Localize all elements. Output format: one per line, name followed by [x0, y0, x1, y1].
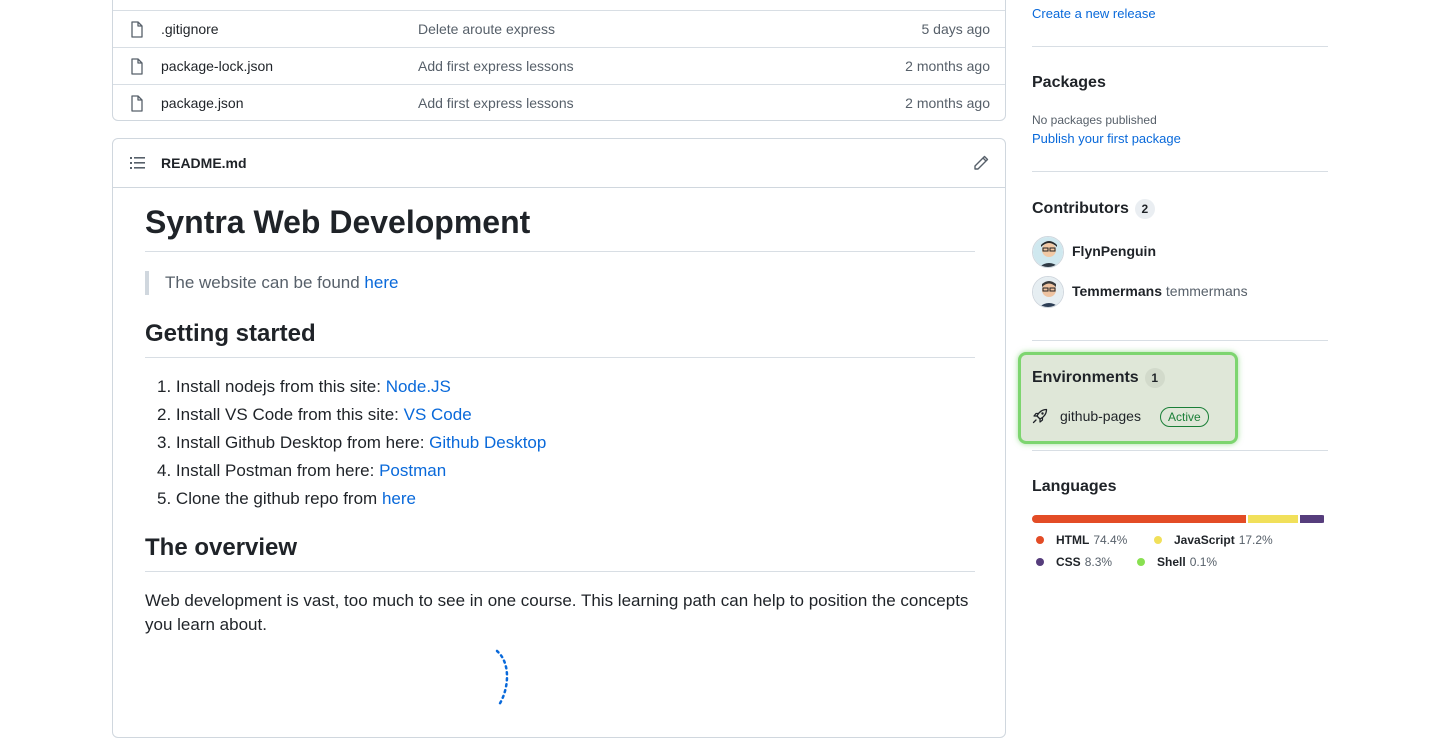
steps-list: 1. Install nodejs from this site: Node.J…	[157, 373, 546, 513]
language-percent: 0.1%	[1190, 555, 1217, 569]
list-number: 5.	[157, 489, 171, 508]
list-number: 3.	[157, 433, 171, 452]
file-name[interactable]: .gitignore	[161, 21, 219, 37]
contributors-count: 2	[1135, 199, 1155, 219]
environments-count: 1	[1145, 368, 1165, 388]
language-bar-segment-javascript[interactable]	[1248, 515, 1298, 523]
commit-message[interactable]: Add first express lessons	[418, 58, 574, 74]
divider	[1032, 450, 1328, 451]
contributor-name[interactable]: Temmermans temmermans	[1072, 283, 1248, 299]
commit-age: 2 months ago	[905, 58, 990, 74]
divider	[1032, 46, 1328, 47]
language-percent: 8.3%	[1085, 555, 1112, 569]
readme-panel: README.md Syntra Web Development The web…	[112, 138, 1006, 738]
file-row[interactable]: package-lock.json Add first express less…	[113, 47, 1005, 84]
contributors-heading[interactable]: Contributors 2	[1032, 199, 1155, 219]
packages-heading[interactable]: Packages	[1032, 74, 1106, 92]
file-name[interactable]: package.json	[161, 95, 244, 111]
github-desktop-link[interactable]: Github Desktop	[429, 433, 546, 452]
create-release-link[interactable]: Create a new release	[1032, 6, 1156, 21]
contributors-label[interactable]: Contributors	[1032, 200, 1129, 217]
divider	[1032, 171, 1328, 172]
language-dot	[1137, 558, 1145, 566]
publish-package-link[interactable]: Publish your first package	[1032, 131, 1181, 146]
list-text: Install Postman from here:	[176, 461, 379, 480]
commit-message[interactable]: Add first express lessons	[418, 95, 574, 111]
overview-paragraph: Web development is vast, too much to see…	[145, 589, 975, 637]
list-text: Clone the github repo from	[176, 489, 382, 508]
language-bar-segment-html[interactable]	[1032, 515, 1246, 523]
file-row[interactable]: .gitignore Delete aroute express 5 days …	[113, 10, 1005, 47]
pencil-icon[interactable]	[973, 155, 989, 171]
vscode-link[interactable]: VS Code	[404, 405, 472, 424]
divider	[1032, 340, 1328, 341]
environments-highlight	[1018, 352, 1238, 444]
rocket-icon	[1032, 408, 1048, 424]
file-name[interactable]: package-lock.json	[161, 58, 273, 74]
list-item: 5. Clone the github repo from here	[157, 485, 546, 513]
list-item: 1. Install nodejs from this site: Node.J…	[157, 373, 546, 401]
language-percent: 74.4%	[1093, 533, 1127, 547]
list-item: 4. Install Postman from here: Postman	[157, 457, 546, 485]
quote-text: The website can be found	[165, 273, 364, 292]
file-icon	[130, 95, 144, 112]
list-number: 1.	[157, 377, 171, 396]
readme-header: README.md	[113, 139, 1005, 188]
languages-bar[interactable]	[1032, 515, 1326, 523]
environments-label[interactable]: Environments	[1032, 369, 1139, 386]
readme-title: Syntra Web Development	[145, 203, 975, 252]
blockquote: The website can be found here	[145, 271, 398, 295]
language-name[interactable]: CSS	[1056, 555, 1081, 569]
language-name[interactable]: Shell	[1157, 555, 1186, 569]
postman-link[interactable]: Postman	[379, 461, 446, 480]
list-number: 4.	[157, 461, 171, 480]
language-name[interactable]: HTML	[1056, 533, 1089, 547]
list-number: 2.	[157, 405, 171, 424]
file-icon	[130, 58, 144, 75]
heading-overview: The overview	[145, 533, 975, 572]
readme-filename[interactable]: README.md	[161, 155, 247, 171]
commit-age: 2 months ago	[905, 95, 990, 111]
list-item: 3. Install Github Desktop from here: Git…	[157, 429, 546, 457]
contributor-display-name[interactable]: Temmermans	[1072, 283, 1162, 299]
language-dot	[1036, 558, 1044, 566]
repo-link[interactable]: here	[382, 489, 416, 508]
heading-getting-started: Getting started	[145, 319, 975, 358]
language-name[interactable]: JavaScript	[1174, 533, 1235, 547]
file-list: .gitignore Delete aroute express 5 days …	[112, 0, 1006, 121]
environment-name[interactable]: github-pages	[1060, 408, 1141, 424]
contributor-login: temmermans	[1166, 283, 1248, 299]
language-percent: 17.2%	[1239, 533, 1273, 547]
status-badge: Active	[1160, 407, 1209, 427]
environments-heading[interactable]: Environments 1	[1032, 368, 1165, 388]
language-bar-segment-css[interactable]	[1300, 515, 1324, 523]
list-icon[interactable]	[130, 156, 146, 170]
language-dot	[1154, 536, 1162, 544]
commit-age: 5 days ago	[922, 21, 991, 37]
languages-heading: Languages	[1032, 478, 1116, 496]
list-text: Install VS Code from this site:	[176, 405, 404, 424]
nodejs-link[interactable]: Node.JS	[386, 377, 451, 396]
file-icon	[130, 21, 144, 38]
loading-spinner-icon	[483, 649, 523, 709]
list-text: Install Github Desktop from here:	[176, 433, 429, 452]
list-item: 2. Install VS Code from this site: VS Co…	[157, 401, 546, 429]
list-text: Install nodejs from this site:	[176, 377, 386, 396]
language-dot	[1036, 536, 1044, 544]
contributor-name[interactable]: FlynPenguin	[1072, 243, 1156, 259]
file-row[interactable]: package.json Add first express lessons 2…	[113, 84, 1005, 121]
packages-empty-text: No packages published	[1032, 113, 1157, 127]
avatar[interactable]	[1032, 276, 1064, 308]
avatar[interactable]	[1032, 236, 1064, 268]
commit-message[interactable]: Delete aroute express	[418, 21, 555, 37]
website-link[interactable]: here	[364, 273, 398, 292]
